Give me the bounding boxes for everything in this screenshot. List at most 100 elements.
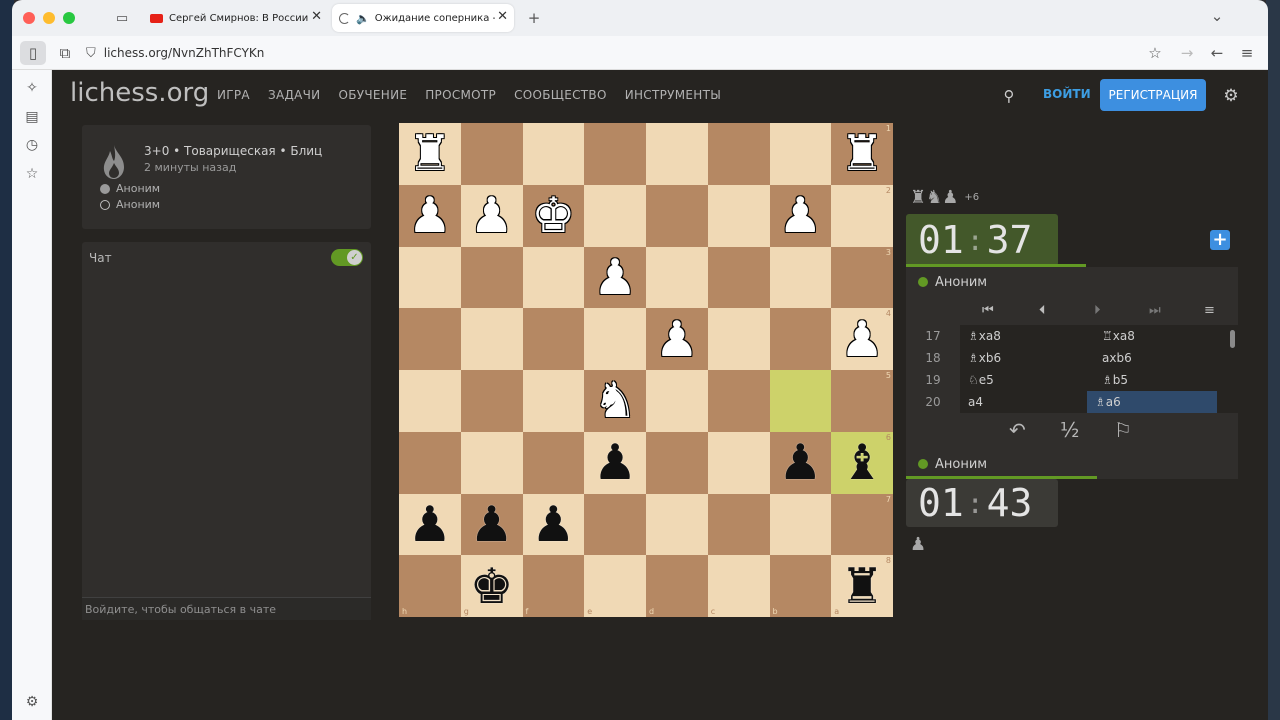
board-square[interactable] <box>707 246 770 309</box>
board-square[interactable] <box>707 184 770 247</box>
chat-toggle[interactable]: ✓ <box>331 249 363 266</box>
nav-play[interactable]: ИГРА <box>217 88 250 102</box>
chess-piece[interactable]: ♚ <box>531 191 575 240</box>
nav-community[interactable]: СООБЩЕСТВО <box>514 88 607 102</box>
chess-piece[interactable]: ♟ <box>778 191 822 240</box>
black-move[interactable]: ♗a6 <box>1087 391 1217 413</box>
board-square[interactable]: ♟ <box>399 184 461 247</box>
board-square[interactable] <box>707 493 770 556</box>
board-square[interactable]: g ♚ <box>460 555 523 617</box>
white-move[interactable]: ♗xa8 <box>968 329 1088 343</box>
tab-youtube[interactable]: Сергей Смирнов: В России бо ✕ <box>144 4 328 32</box>
board-square[interactable]: ♟ <box>460 184 523 247</box>
white-move[interactable]: a4 <box>968 395 1088 409</box>
black-move[interactable]: axb6 <box>1094 347 1224 369</box>
last-move-icon[interactable]: ⏭ <box>1149 303 1161 318</box>
chess-piece[interactable]: ♟ <box>470 500 514 549</box>
search-icon[interactable]: ⚲ <box>997 84 1021 108</box>
black-move[interactable]: ♗b5 <box>1094 369 1224 391</box>
chess-piece[interactable]: ♟ <box>778 438 822 487</box>
nav-tools[interactable]: ИНСТРУМЕНТЫ <box>625 88 721 102</box>
new-tab-button[interactable]: + <box>524 8 544 28</box>
forward-icon[interactable]: → <box>1176 42 1198 64</box>
chess-piece[interactable]: ♟ <box>840 315 884 364</box>
chess-piece[interactable]: ♟ <box>408 500 452 549</box>
add-time-button[interactable]: + <box>1210 230 1230 250</box>
chess-piece[interactable]: ♜ <box>840 562 884 611</box>
board-square[interactable]: 6 ♝ <box>831 431 893 494</box>
board-square[interactable] <box>646 493 708 556</box>
reader-icon[interactable]: ▤ <box>22 107 42 127</box>
settings-icon[interactable]: ⚙ <box>22 692 42 712</box>
resign-flag-icon[interactable]: ⚐ <box>1114 418 1132 442</box>
nav-puzzles[interactable]: ЗАДАЧИ <box>268 88 321 102</box>
bottom-player[interactable]: Аноним <box>906 449 1238 479</box>
board-square[interactable] <box>707 370 770 432</box>
board-square[interactable] <box>707 431 770 494</box>
board-square[interactable] <box>769 246 832 309</box>
chess-piece[interactable]: ♜ <box>408 129 452 178</box>
board-square[interactable]: ♟ <box>399 493 461 556</box>
site-logo[interactable]: lichess.org <box>70 78 209 108</box>
board-square[interactable] <box>584 123 646 185</box>
top-player[interactable]: Аноним <box>906 267 1238 297</box>
board-square[interactable]: b <box>769 555 832 617</box>
board-square[interactable] <box>646 184 708 247</box>
board-square[interactable] <box>460 370 523 432</box>
board-square[interactable]: 8 a ♜ <box>831 555 893 617</box>
board-square[interactable]: 5 <box>831 370 893 432</box>
board-square[interactable]: h <box>399 555 461 617</box>
board-square[interactable] <box>646 246 708 309</box>
board-square[interactable]: 1 ♜ <box>831 123 893 185</box>
board-square[interactable]: ♟ <box>769 431 832 494</box>
board-square[interactable]: ♟ <box>769 184 832 247</box>
chess-piece[interactable]: ♟ <box>593 253 637 302</box>
chess-piece[interactable]: ♝ <box>840 438 884 487</box>
white-move[interactable]: ♗xb6 <box>968 351 1088 365</box>
board-square[interactable]: 3 <box>831 246 893 309</box>
gear-icon[interactable]: ⚙ <box>1219 84 1243 108</box>
takeback-icon[interactable]: ↶ <box>1009 418 1026 442</box>
board-square[interactable] <box>769 123 832 185</box>
board-square[interactable]: ♟ <box>584 246 646 309</box>
board-square[interactable] <box>460 308 523 370</box>
bookmark-star-icon[interactable]: ☆ <box>1144 42 1166 64</box>
board-square[interactable]: ♚ <box>522 184 585 247</box>
board-square[interactable] <box>646 370 708 432</box>
board-square[interactable] <box>460 246 523 309</box>
board-square[interactable]: 2 <box>831 184 893 247</box>
tab-list-dropdown[interactable]: ⌄ <box>1207 6 1227 26</box>
board-square[interactable] <box>769 493 832 556</box>
board-square[interactable]: e <box>584 555 646 617</box>
board-square[interactable]: f <box>522 555 585 617</box>
board-square[interactable]: ♟ <box>584 431 646 494</box>
board-square[interactable] <box>646 431 708 494</box>
board-square[interactable] <box>769 370 832 432</box>
speaker-icon[interactable]: 🔈 <box>356 12 370 25</box>
board-square[interactable]: 4 ♟ <box>831 308 893 370</box>
extensions-icon[interactable]: ⧉ <box>54 42 76 64</box>
board-square[interactable] <box>584 184 646 247</box>
chess-piece[interactable]: ♟ <box>593 438 637 487</box>
chess-piece[interactable]: ♞ <box>593 376 637 425</box>
board-square[interactable] <box>522 370 585 432</box>
close-window-button[interactable] <box>23 12 35 24</box>
tab-close-icon[interactable]: ✕ <box>311 10 322 24</box>
board-square[interactable] <box>522 431 585 494</box>
tab-lichess[interactable]: 🔈 Ожидание соперника - Игр ✕ <box>332 4 514 32</box>
white-move[interactable]: ♘e5 <box>968 373 1088 387</box>
register-button[interactable]: РЕГИСТРАЦИЯ <box>1100 79 1206 111</box>
black-move[interactable]: ♖xa8 <box>1094 325 1224 347</box>
chess-piece[interactable]: ♟ <box>531 500 575 549</box>
chess-piece[interactable]: ♟ <box>655 315 699 364</box>
next-move-icon[interactable]: ⏵ <box>1094 303 1101 318</box>
player-black[interactable]: Аноним <box>100 198 160 211</box>
board-square[interactable] <box>399 431 461 494</box>
history-icon[interactable]: ◷ <box>22 135 42 155</box>
chess-piece[interactable]: ♜ <box>840 129 884 178</box>
nav-learn[interactable]: ОБУЧЕНИЕ <box>338 88 407 102</box>
board-square[interactable] <box>522 123 585 185</box>
minimize-window-button[interactable] <box>43 12 55 24</box>
board-square[interactable] <box>460 431 523 494</box>
board-square[interactable] <box>460 123 523 185</box>
